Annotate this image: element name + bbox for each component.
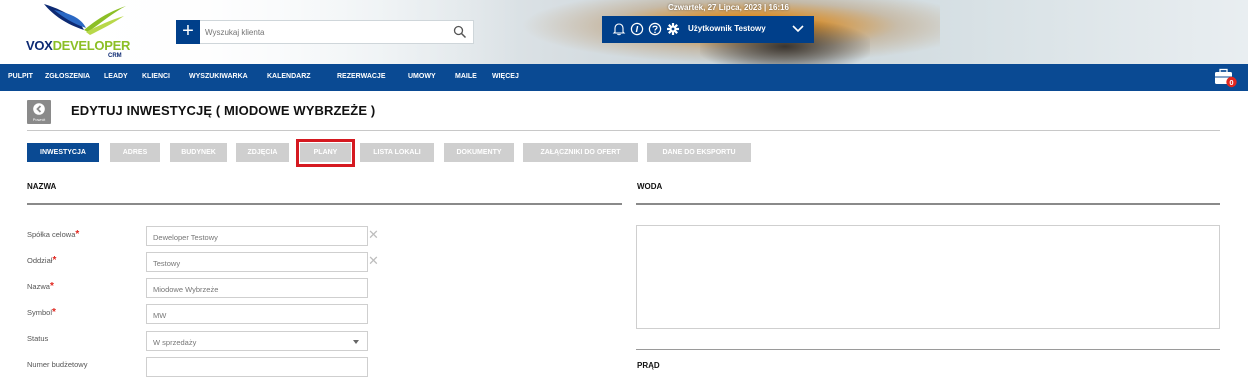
- section-divider-nazwa: [27, 203, 622, 205]
- briefcase-button[interactable]: 0: [1214, 68, 1238, 88]
- tab-plany-highlight: [296, 139, 355, 167]
- brand-crm-text: CRM: [108, 53, 122, 59]
- status-select-value: W sprzedaży: [153, 338, 197, 347]
- nav-item-umowy[interactable]: UMOWY: [408, 73, 436, 80]
- caret-down-icon: [353, 340, 359, 344]
- label-nazwa: Nazwa*: [27, 281, 54, 292]
- label-numer-budzetowy: Numer budżetowy: [27, 360, 88, 369]
- required-marker: *: [52, 307, 56, 318]
- nav-item-klienci[interactable]: KLIENCI: [142, 73, 170, 80]
- symbol-field[interactable]: MW: [146, 304, 368, 324]
- label-status: Status: [27, 334, 49, 343]
- tab-lista-lokali[interactable]: LISTA LOKALI: [360, 143, 434, 162]
- search-icon[interactable]: [453, 25, 467, 39]
- section-divider-woda: [636, 203, 1220, 205]
- logo[interactable]: VOXDEVELOPER CRM: [26, 2, 142, 60]
- required-marker: *: [49, 281, 54, 292]
- back-button-label: Powrót: [32, 117, 46, 122]
- nav-item-wyszukiwarka[interactable]: WYSZUKIWARKA: [189, 73, 248, 80]
- client-search-box: +: [176, 20, 474, 44]
- page-title: EDYTUJ INWESTYCJĘ ( MIODOWE WYBRZEŻE ): [71, 103, 376, 118]
- current-date-time: Czwartek, 27 Lipca, 2023 | 16:16: [668, 3, 789, 12]
- title-divider: [27, 130, 1220, 131]
- nav-item-wiecej[interactable]: WIĘCEJ: [492, 73, 519, 80]
- briefcase-icon: 0: [1215, 68, 1237, 88]
- nav-item-zgloszenia[interactable]: ZGŁOSZENIA: [45, 73, 90, 80]
- oddzial-field[interactable]: Testowy: [146, 252, 368, 272]
- bell-icon[interactable]: [612, 22, 626, 36]
- tab-adres[interactable]: ADRES: [110, 143, 160, 162]
- gear-icon[interactable]: [666, 22, 680, 36]
- nav-item-kalendarz[interactable]: KALENDARZ: [267, 73, 311, 80]
- back-button[interactable]: Powrót: [27, 100, 51, 124]
- tab-dane-do-eksportu[interactable]: DANE DO EKSPORTU: [647, 143, 751, 162]
- woda-textarea[interactable]: [636, 225, 1220, 329]
- tab-zalaczniki-do-ofert[interactable]: ZAŁĄCZNIKI DO OFERT: [523, 143, 638, 162]
- brand-developer-text: DEVELOPER: [52, 38, 131, 53]
- label-text: Oddział: [27, 256, 53, 265]
- tab-zdjecia[interactable]: ZDJĘCIA: [236, 143, 289, 162]
- user-toolbar: Użytkownik Testowy: [602, 16, 814, 43]
- tab-budynek[interactable]: BUDYNEK: [170, 143, 227, 162]
- label-text: Spółka celowa: [27, 230, 76, 239]
- info-icon[interactable]: [630, 22, 644, 36]
- required-marker: *: [52, 255, 57, 266]
- nav-item-maile[interactable]: MAILE: [455, 73, 477, 80]
- label-text: Symbol: [27, 308, 53, 317]
- help-icon[interactable]: [648, 22, 662, 36]
- clear-spolka-celowa-icon[interactable]: ✕: [368, 228, 379, 241]
- main-navigation: PULPIT ZGŁOSZENIA LEADY KLIENCI WYSZUKIW…: [0, 64, 1248, 91]
- section-divider-prad: [636, 349, 1220, 350]
- nazwa-field[interactable]: Miodowe Wybrzeże: [146, 278, 368, 298]
- tab-inwestycja[interactable]: INWESTYCJA: [27, 143, 99, 162]
- brand-name: VOXDEVELOPER: [26, 38, 130, 53]
- nav-item-pulpit[interactable]: PULPIT: [8, 73, 33, 80]
- section-title-nazwa: NAZWA: [27, 182, 57, 191]
- section-title-woda: WODA: [637, 182, 663, 191]
- nav-item-rezerwacje[interactable]: REZERWACJE: [337, 73, 386, 80]
- section-title-prad: PRĄD: [637, 361, 660, 370]
- clear-oddzial-icon[interactable]: ✕: [368, 254, 379, 267]
- tab-dokumenty[interactable]: DOKUMENTY: [444, 143, 514, 162]
- status-select[interactable]: W sprzedaży: [146, 331, 368, 351]
- user-name[interactable]: Użytkownik Testowy: [688, 24, 766, 33]
- brand-vox-text: VOX: [26, 38, 53, 53]
- briefcase-badge-count: 0: [1229, 78, 1233, 87]
- nav-item-leady[interactable]: LEADY: [104, 73, 128, 80]
- chevron-down-icon[interactable]: [792, 24, 804, 34]
- label-oddzial: Oddział*: [27, 255, 56, 266]
- label-spolka-celowa: Spółka celowa*: [27, 229, 79, 240]
- numer-budzetowy-field[interactable]: [146, 357, 368, 377]
- required-marker: *: [75, 229, 80, 240]
- label-symbol: Symbol*: [27, 307, 56, 318]
- spolka-celowa-field[interactable]: Deweloper Testowy: [146, 226, 368, 246]
- add-client-button[interactable]: +: [176, 20, 200, 44]
- top-header: VOXDEVELOPER CRM + Czwartek, 27 Lipca, 2…: [0, 0, 1248, 64]
- search-input[interactable]: [205, 23, 435, 41]
- label-text: Nazwa: [27, 282, 50, 291]
- bird-logo-icon: [44, 4, 126, 35]
